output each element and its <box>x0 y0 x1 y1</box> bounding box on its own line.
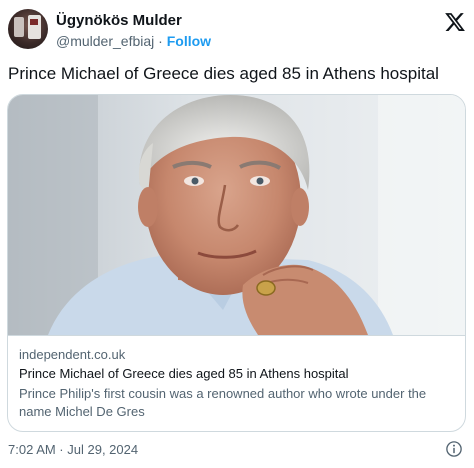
card-domain: independent.co.uk <box>19 347 126 362</box>
x-logo-icon[interactable] <box>444 11 466 33</box>
handle-line: @mulder_efbiaj · Follow <box>56 33 211 49</box>
card-meta: independent.co.uk Prince Michael of Gree… <box>8 335 465 431</box>
tweet-timestamp[interactable]: 7:02 AM · Jul 29, 2024 <box>8 442 138 457</box>
card-description: Prince Philip's first cousin was a renow… <box>19 386 427 419</box>
user-handle[interactable]: @mulder_efbiaj <box>56 33 154 49</box>
avatar[interactable] <box>8 9 48 49</box>
separator-dot: · <box>158 33 163 49</box>
info-icon[interactable] <box>445 440 463 458</box>
avatar-image-part <box>14 17 24 37</box>
link-preview-card[interactable]: independent.co.uk Prince Michael of Gree… <box>7 94 466 432</box>
tweet-header: Ügynökös Mulder @mulder_efbiaj · Follow <box>8 9 466 53</box>
follow-button[interactable]: Follow <box>167 33 211 49</box>
avatar-image-part <box>30 19 38 25</box>
card-title: Prince Michael of Greece dies aged 85 in… <box>19 366 349 381</box>
tweet-text: Prince Michael of Greece dies aged 85 in… <box>8 64 439 83</box>
display-name[interactable]: Ügynökös Mulder <box>56 12 182 29</box>
card-image[interactable] <box>8 95 465 335</box>
portrait-photo <box>8 95 465 335</box>
